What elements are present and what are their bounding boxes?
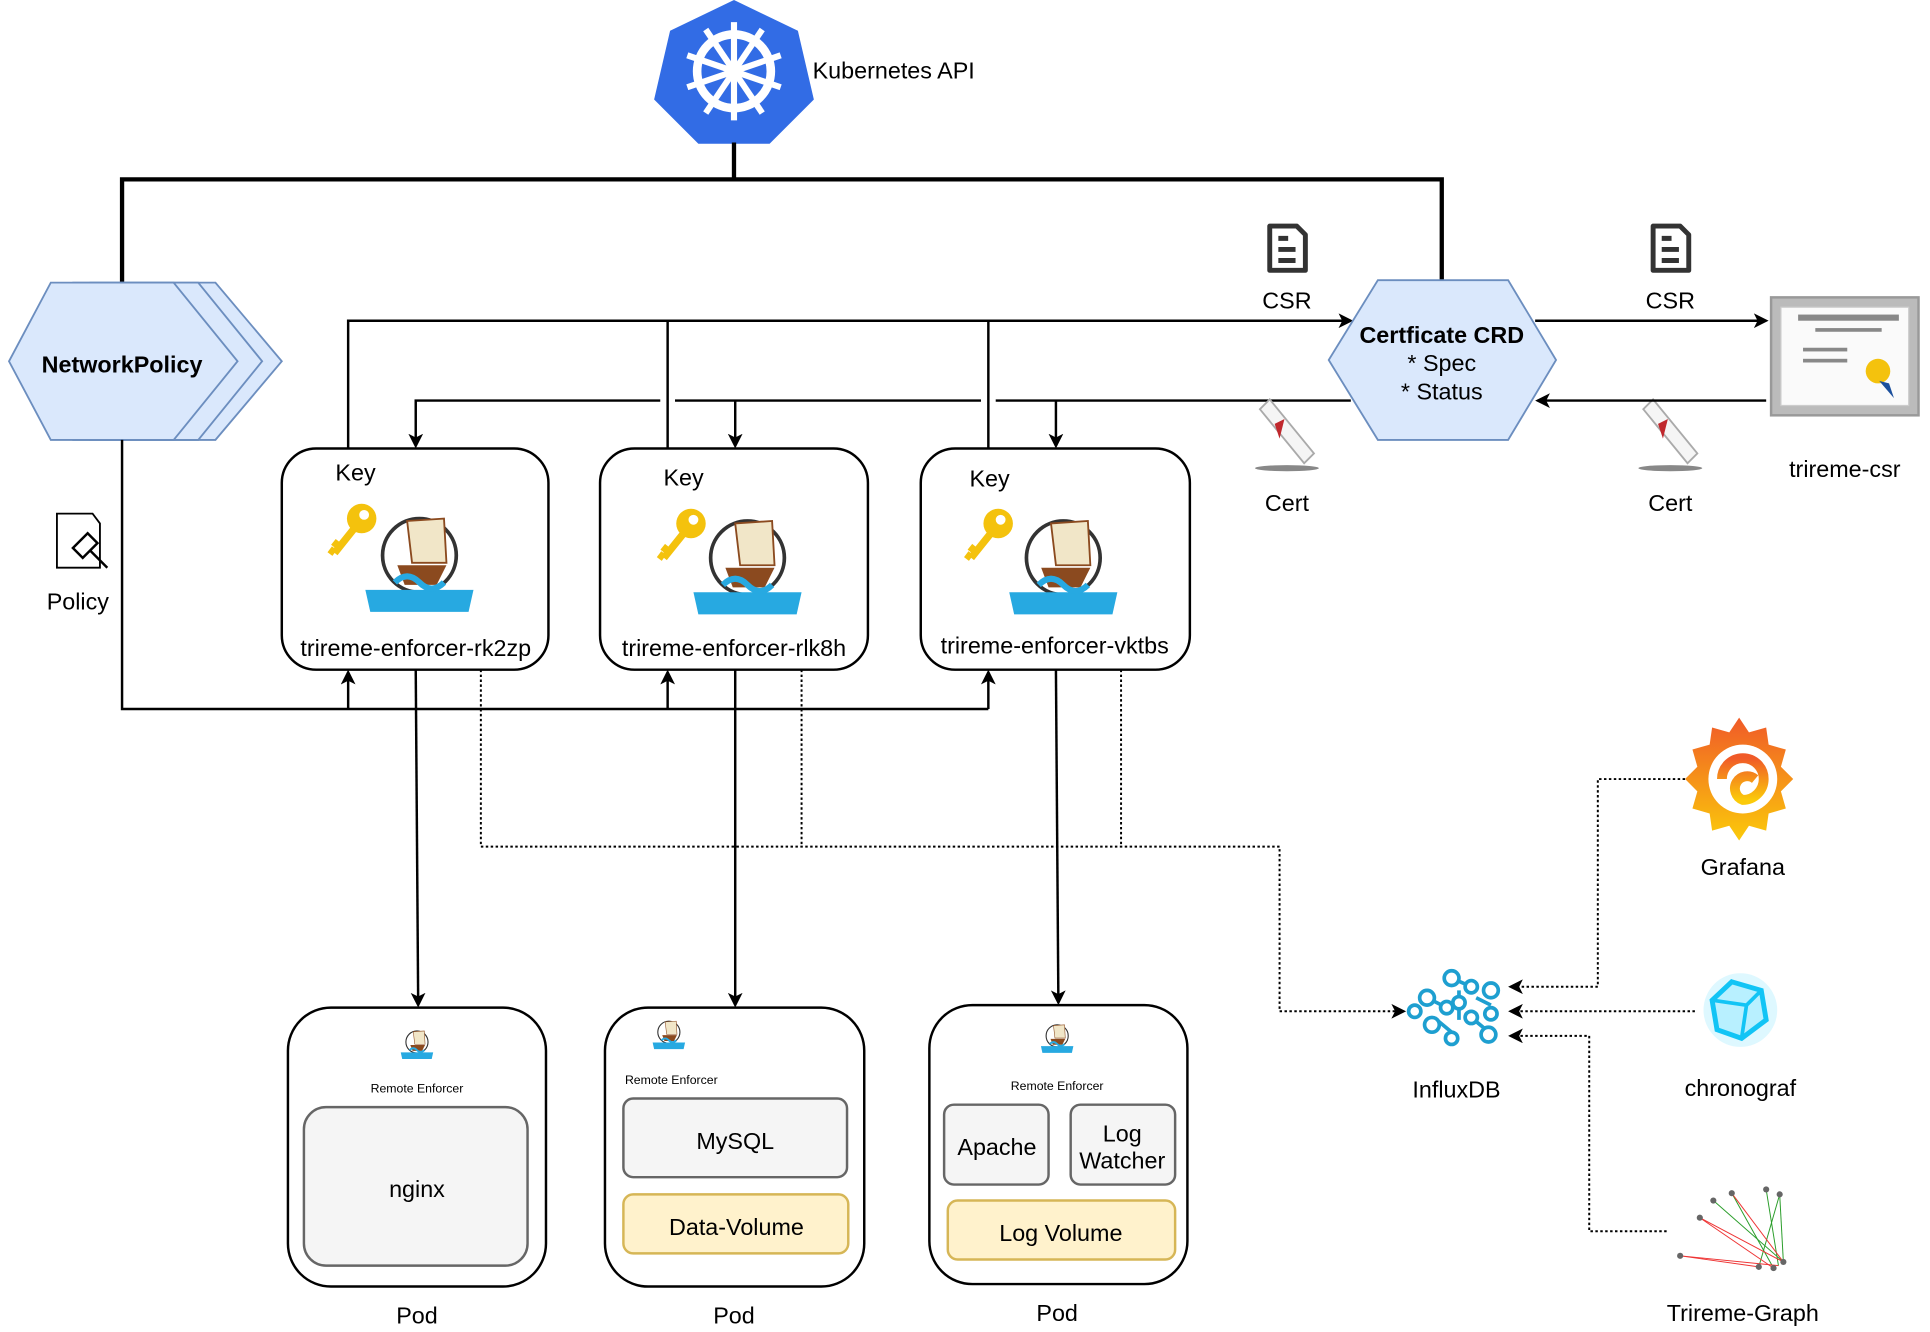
pod-label: Pod [713,1302,755,1328]
enforcer-node[interactable]: Key trireme-enforcer-rk2zp [280,447,550,671]
pod-nginx[interactable]: Remote Enforcer nginx Pod [286,1006,548,1329]
enforcer-node[interactable]: Key trireme-enforcer-rlk8h [598,447,870,671]
policy-label: Policy [47,588,110,614]
policy-item: Policy [47,512,110,614]
cert-left-label: Cert [1265,490,1310,516]
remote-enforcer-label: Remote Enforcer [625,1073,718,1087]
pod-label: Pod [1036,1300,1078,1326]
grafana-logo-icon [1685,717,1794,841]
grafana-node[interactable]: Grafana [1685,717,1794,880]
pod-label: Pod [396,1302,438,1328]
crd-spec: * Spec [1407,350,1476,376]
enforcer-name: trireme-enforcer-rk2zp [300,635,531,661]
remote-enforcer-label: Remote Enforcer [371,1081,464,1095]
key-label: Key [335,459,376,485]
certificate-crd-node[interactable]: Certficate CRD * Spec * Status [1327,279,1558,441]
grafana-query-line [1508,778,1686,995]
pod-apache[interactable]: Remote Enforcer Apache Log Watcher Log V… [928,1003,1189,1326]
pod-mysql[interactable]: Remote Enforcer MySQL Data-Volume Pod [603,1006,866,1329]
chronograf-label: chronograf [1685,1075,1797,1101]
cert-distribution-line [416,399,1351,446]
trireme-graph-node[interactable]: Trireme-Graph [1667,1186,1819,1326]
csr-request-line [346,313,1354,449]
csr-right-label: CSR [1646,287,1695,313]
enforcer-name: trireme-enforcer-vktbs [941,633,1169,659]
enforcer-node[interactable]: Key trireme-enforcer-vktbs [919,447,1192,671]
grafana-label: Grafana [1701,854,1785,880]
kubernetes-api-node[interactable]: Kubernetes API [654,0,975,144]
key-label: Key [969,466,1010,492]
trireme-graph-label: Trireme-Graph [1667,1300,1819,1326]
remote-enforcer-label: Remote Enforcer [1011,1079,1104,1093]
trireme-csr-label: trireme-csr [1789,456,1901,482]
network-graph-icon [1677,1186,1787,1272]
csr-document-icon [1270,226,1306,270]
csr-left-label: CSR [1262,287,1311,313]
influxdb-node[interactable]: InfluxDB [1406,968,1501,1103]
kubernetes-api-label: Kubernetes API [813,58,975,84]
crd-status: * Status [1401,378,1483,404]
volume-label: Log Volume [999,1220,1122,1246]
architecture-diagram: Kubernetes API NetworkPolicy Policy Cert… [7,0,1920,1329]
network-policy-node[interactable]: NetworkPolicy [7,281,284,441]
volume-label: Data-Volume [669,1214,804,1240]
influxdb-label: InfluxDB [1412,1076,1500,1102]
csr-document-icon [1653,226,1689,270]
key-label: Key [664,464,705,490]
crd-title: Certficate CRD [1359,322,1524,348]
influxdb-icon [1406,968,1501,1047]
container-label: nginx [389,1176,445,1202]
certificate-icon [1769,296,1920,417]
cert-scroll-icon [1254,398,1320,473]
network-policy-label: NetworkPolicy [42,351,203,377]
cert-right-label: Cert [1648,490,1693,516]
container-label: Log [1103,1121,1142,1147]
container-label: MySQL [696,1128,774,1154]
container-label: Apache [957,1134,1036,1160]
container-label: Watcher [1079,1148,1165,1174]
policy-gavel-document-icon [56,512,109,569]
trireme-csr-node[interactable]: trireme-csr [1769,296,1920,482]
chronograf-icon [1703,973,1778,1047]
chronograf-node[interactable]: chronograf [1685,973,1797,1101]
metrics-line [479,669,1407,1019]
enforcer-name: trireme-enforcer-rlk8h [622,635,846,661]
api-connector [119,142,1444,283]
cert-scroll-icon [1637,398,1704,473]
trireme-graph-query-line [1508,1028,1667,1233]
